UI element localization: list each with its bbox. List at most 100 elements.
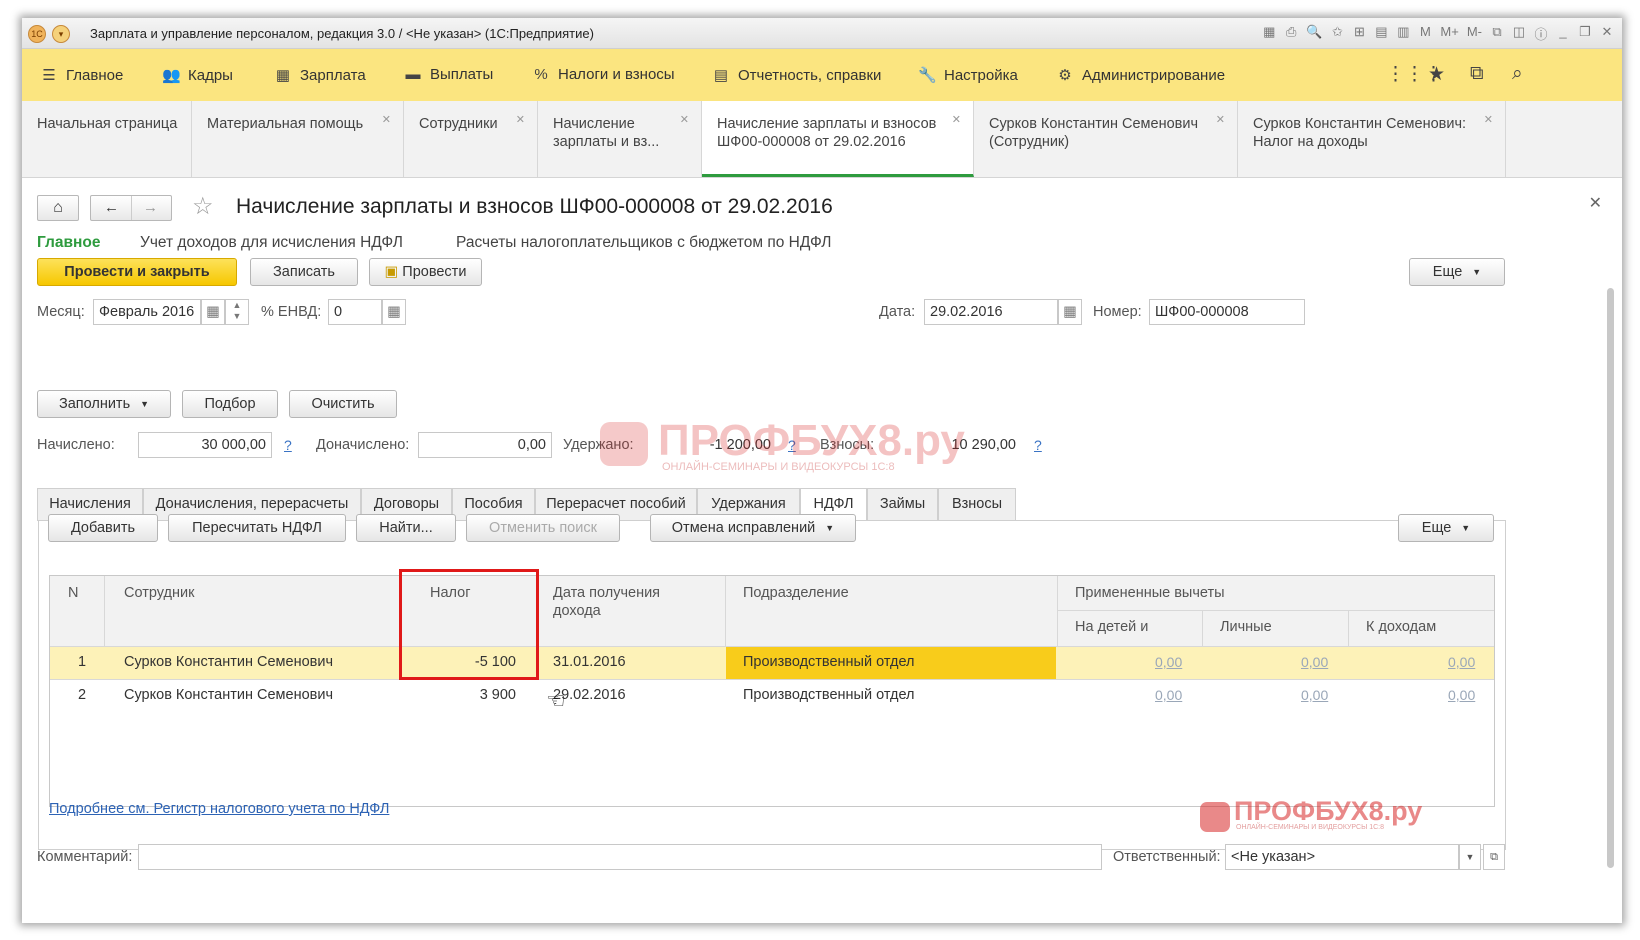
recalc-ndfl-button[interactable]: Пересчитать НДФЛ: [168, 514, 346, 542]
row-department[interactable]: Производственный отдел: [743, 654, 915, 670]
col-header-n[interactable]: N: [68, 585, 78, 601]
home-button[interactable]: ⌂: [37, 195, 79, 221]
tab-employee-card[interactable]: Сурков Константин Семенович (Сотрудник) ✕: [974, 101, 1238, 177]
col-header-department[interactable]: Подразделение: [743, 585, 849, 601]
row-children-deduction[interactable]: 0,00: [1155, 654, 1182, 670]
fill-button[interactable]: Заполнить ▼: [37, 390, 171, 418]
row-income-date[interactable]: 31.01.2016: [553, 654, 626, 670]
contributions-help-link[interactable]: ?: [1034, 437, 1042, 453]
forward-arrow-icon[interactable]: →: [132, 196, 170, 220]
date-calendar-icon[interactable]: ▦: [1058, 299, 1082, 325]
row-income-deduction[interactable]: 0,00: [1448, 654, 1475, 670]
accrued-help-link[interactable]: ?: [284, 437, 292, 453]
search-icon[interactable]: ⌕: [1512, 63, 1523, 85]
col-header-children[interactable]: На детей и: [1075, 619, 1148, 635]
calculator-icon[interactable]: ▦: [382, 299, 406, 325]
calculator-icon[interactable]: ▤: [1374, 24, 1388, 43]
row-tax[interactable]: 3 900: [410, 687, 516, 703]
post-and-close-button[interactable]: Провести и закрыть: [37, 258, 237, 286]
subnav-main[interactable]: Главное: [37, 234, 100, 252]
menu-item-main[interactable]: ☰ Главное: [40, 66, 123, 85]
date-field[interactable]: 29.02.2016: [924, 299, 1058, 325]
row-personal-deduction[interactable]: 0,00: [1301, 654, 1328, 670]
comment-field[interactable]: [138, 844, 1102, 870]
more-button[interactable]: Еще ▼: [1409, 258, 1505, 286]
month-stepper[interactable]: ▲ ▼: [225, 299, 249, 325]
preview-icon[interactable]: 🔍: [1306, 24, 1322, 43]
bookmark-icon[interactable]: ⊞: [1352, 24, 1366, 43]
tab-loans[interactable]: Займы: [867, 488, 938, 521]
panels-icon[interactable]: ◫: [1512, 24, 1526, 43]
envd-field[interactable]: 0: [328, 299, 382, 325]
close-icon[interactable]: ✕: [516, 111, 525, 129]
star-icon[interactable]: ★: [1428, 63, 1445, 86]
row-employee[interactable]: Сурков Константин Семенович: [124, 654, 333, 670]
close-icon[interactable]: ✕: [382, 111, 391, 129]
close-icon[interactable]: ✕: [952, 111, 961, 129]
row-employee[interactable]: Сурков Константин Семенович: [124, 687, 333, 703]
calendar-icon[interactable]: ▥: [1396, 24, 1410, 43]
main-menu-icon[interactable]: ▾: [52, 25, 70, 43]
toolbar-icon[interactable]: ▦: [1262, 24, 1276, 43]
cancel-search-button[interactable]: Отменить поиск: [466, 514, 620, 542]
memory-plus-button[interactable]: М+: [1440, 24, 1458, 43]
menu-item-personnel[interactable]: 👥 Кадры: [162, 66, 233, 85]
restore-button[interactable]: ❐: [1578, 24, 1592, 43]
tab-home[interactable]: Начальная страница: [22, 101, 192, 177]
history-icon[interactable]: ⧉: [1470, 63, 1484, 85]
menu-item-payments[interactable]: ▬ Выплаты: [404, 66, 494, 83]
close-icon[interactable]: ✕: [680, 111, 689, 129]
tab-income-tax[interactable]: Сурков Константин Семенович: Налог на дох…: [1238, 101, 1506, 177]
close-icon[interactable]: ✕: [1216, 111, 1225, 129]
windows-icon[interactable]: ⧉: [1490, 24, 1504, 43]
memory-m-button[interactable]: М: [1418, 24, 1432, 43]
memory-minus-button[interactable]: М-: [1467, 24, 1482, 43]
tab-material-help[interactable]: Материальная помощь ✕: [192, 101, 404, 177]
menu-item-salary[interactable]: ▦ Зарплата: [274, 66, 366, 85]
vertical-scrollbar[interactable]: [1607, 288, 1614, 868]
row-department[interactable]: Производственный отдел: [743, 687, 915, 703]
ndfl-register-link[interactable]: Подробнее см. Регистр налогового учета п…: [49, 801, 389, 817]
menu-item-taxes[interactable]: % Налоги и взносы: [532, 66, 674, 83]
pick-button[interactable]: Подбор: [182, 390, 278, 418]
find-button[interactable]: Найти...: [356, 514, 456, 542]
subnav-ndfl-income[interactable]: Учет доходов для исчисления НДФЛ: [140, 234, 403, 252]
print-icon[interactable]: ⎙: [1284, 24, 1298, 43]
save-button[interactable]: Записать: [250, 258, 358, 286]
col-header-personal[interactable]: Личные: [1220, 619, 1272, 635]
clear-button[interactable]: Очистить: [289, 390, 397, 418]
row-personal-deduction[interactable]: 0,00: [1301, 687, 1328, 703]
number-field[interactable]: ШФ00-000008: [1149, 299, 1305, 325]
close-icon[interactable]: ✕: [1484, 111, 1493, 129]
close-document-icon[interactable]: ✕: [1589, 193, 1602, 213]
cancel-corrections-button[interactable]: Отмена исправлений ▼: [650, 514, 856, 542]
close-window-button[interactable]: ✕: [1600, 24, 1614, 43]
favorite-icon[interactable]: ✩: [1330, 24, 1344, 43]
minimize-button[interactable]: _: [1556, 24, 1570, 43]
col-header-employee[interactable]: Сотрудник: [124, 585, 194, 601]
tab-contributions[interactable]: Взносы: [938, 488, 1016, 521]
responsible-field[interactable]: <Не указан>: [1225, 844, 1459, 870]
month-field[interactable]: Февраль 2016: [93, 299, 201, 325]
col-header-income-date[interactable]: Дата получения: [553, 585, 660, 601]
tab-employees[interactable]: Сотрудники ✕: [404, 101, 538, 177]
info-icon[interactable]: ⓘ: [1534, 24, 1548, 43]
favorite-star-icon[interactable]: ☆: [192, 192, 214, 221]
tab-accrual-short[interactable]: Начисление зарплаты и вз... ✕: [538, 101, 702, 177]
subnav-ndfl-settlements[interactable]: Расчеты налогоплательщиков с бюджетом по…: [456, 234, 831, 252]
row-children-deduction[interactable]: 0,00: [1155, 687, 1182, 703]
col-header-income[interactable]: К доходам: [1366, 619, 1436, 635]
app-logo-icon[interactable]: 1С: [28, 25, 46, 43]
chevron-down-icon[interactable]: ▼: [1459, 844, 1481, 870]
menu-item-admin[interactable]: ⚙ Администрирование: [1056, 66, 1225, 85]
menu-item-settings[interactable]: 🔧 Настройка: [918, 66, 1018, 85]
back-arrow-icon[interactable]: ←: [93, 196, 132, 220]
add-button[interactable]: Добавить: [48, 514, 158, 542]
row-income-deduction[interactable]: 0,00: [1448, 687, 1475, 703]
post-button[interactable]: ▣ Провести: [369, 258, 482, 286]
tab-accrual-document[interactable]: Начисление зарплаты и взносов ШФ00-000008…: [702, 101, 974, 177]
menu-item-reports[interactable]: ▤ Отчетность, справки: [712, 66, 882, 85]
table-more-button[interactable]: Еще ▼: [1398, 514, 1494, 542]
open-icon[interactable]: ⧉: [1483, 844, 1505, 870]
month-calendar-icon[interactable]: ▦: [201, 299, 225, 325]
